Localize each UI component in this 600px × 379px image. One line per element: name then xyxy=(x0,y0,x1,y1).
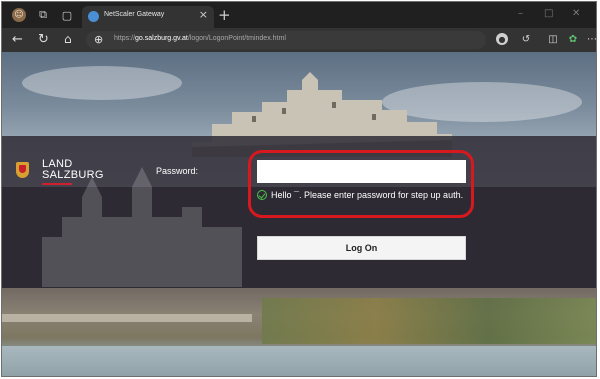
tab-close-icon[interactable]: × xyxy=(199,8,208,21)
logo-line-2: SALZBURG xyxy=(42,169,104,181)
river xyxy=(2,346,596,376)
site-info-icon[interactable]: ⊕ xyxy=(94,33,103,46)
tab-title: NetScaler Gateway xyxy=(104,11,165,18)
home-icon[interactable]: ⌂ xyxy=(64,32,72,46)
auth-message: Hello ¯. Please enter password for step … xyxy=(271,190,464,200)
title-bar: ☺ ⧉ ▢ NetScaler Gateway × + – □ ✕ xyxy=(2,2,596,28)
tab-netscaler-gateway[interactable]: NetScaler Gateway × xyxy=(82,6,214,28)
new-tab-button[interactable]: + xyxy=(218,6,231,24)
log-on-button[interactable]: Log On xyxy=(257,236,466,260)
password-input[interactable] xyxy=(257,160,466,183)
more-icon[interactable]: ⋯ xyxy=(586,33,596,45)
back-icon[interactable]: ← xyxy=(12,32,23,47)
tab-actions-icon[interactable]: ▢ xyxy=(60,8,74,22)
minimize-icon[interactable]: – xyxy=(518,8,523,19)
favorites-icon[interactable]: ✿ xyxy=(567,33,579,45)
maximize-icon[interactable]: □ xyxy=(544,8,553,19)
bridge xyxy=(2,314,252,322)
extension-icon[interactable]: ● xyxy=(496,33,508,45)
workspaces-icon[interactable]: ⧉ xyxy=(36,8,50,22)
address-bar-row: ← ↻ ⌂ ⊕ https://go.salzburg.gv.at/logon/… xyxy=(2,28,596,52)
browser-window: ☺ ⧉ ▢ NetScaler Gateway × + – □ ✕ ← ↻ ⌂ … xyxy=(1,1,597,377)
copilot-icon[interactable]: ↺ xyxy=(520,33,532,45)
address-bar[interactable]: ⊕ https://go.salzburg.gv.at/logon/LogonP… xyxy=(86,31,486,49)
login-page: LAND SALZBURG Password: Hello ¯. Please … xyxy=(2,52,596,376)
profile-icon[interactable]: ☺ xyxy=(12,8,26,22)
check-circle-icon xyxy=(257,190,267,200)
land-salzburg-logo: LAND SALZBURG xyxy=(16,158,126,188)
cloud xyxy=(22,66,182,100)
url-text: https://go.salzburg.gv.at/logon/LogonPoi… xyxy=(114,35,286,42)
netscaler-favicon-icon xyxy=(88,11,99,22)
close-icon[interactable]: ✕ xyxy=(572,8,580,19)
trees xyxy=(262,298,596,344)
coat-of-arms-icon xyxy=(16,162,29,178)
reload-icon[interactable]: ↻ xyxy=(38,32,49,47)
split-screen-icon[interactable]: ◫ xyxy=(547,33,559,45)
logo-accent-bar xyxy=(42,183,72,185)
password-label: Password: xyxy=(156,166,199,176)
